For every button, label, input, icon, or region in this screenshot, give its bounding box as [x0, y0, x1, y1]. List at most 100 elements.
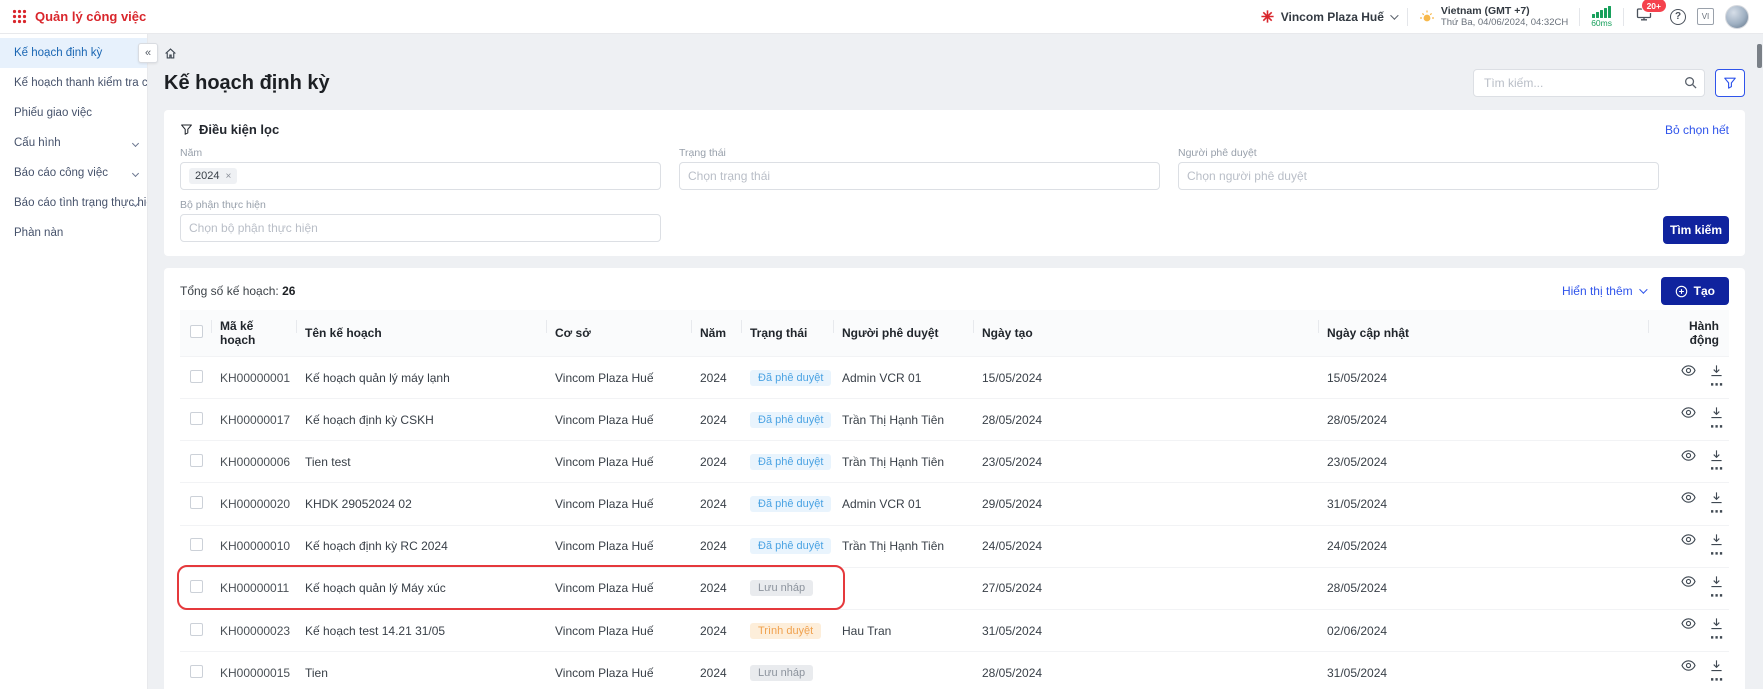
create-button[interactable]: Tạo [1661, 277, 1729, 305]
column-header-updated: Ngày cập nhật [1319, 310, 1649, 357]
department-select[interactable]: Chọn bộ phận thực hiện [180, 214, 661, 242]
select-all-checkbox[interactable] [190, 325, 203, 338]
more-actions-icon[interactable] [1710, 378, 1723, 392]
more-actions-icon[interactable] [1710, 462, 1723, 476]
sidebar-item-cau-hinh[interactable]: Cấu hình [0, 128, 147, 158]
plan-site: Vincom Plaza Huế [547, 441, 692, 483]
plan-year: 2024 [692, 525, 742, 567]
row-checkbox[interactable] [190, 454, 203, 467]
table-row[interactable]: KH00000010 Kế hoạch định kỳ RC 2024 Vinc… [180, 525, 1729, 567]
row-checkbox[interactable] [190, 665, 203, 678]
year-select[interactable]: 2024 [180, 162, 661, 190]
column-header-name: Tên kế hoạch [297, 310, 547, 357]
column-header-code: Mã kế hoạch [212, 310, 297, 357]
filter-panel: Điều kiện lọc Bỏ chọn hết Năm 2024 Trạng… [164, 110, 1745, 256]
view-icon[interactable] [1681, 575, 1696, 588]
table-row[interactable]: KH00000023 Kế hoạch test 14.21 31/05 Vin… [180, 609, 1729, 651]
plan-approver: Trần Thị Hạnh Tiên [834, 525, 974, 567]
plan-name: Tien test [297, 441, 547, 483]
view-icon[interactable] [1681, 659, 1696, 672]
view-icon[interactable] [1681, 491, 1696, 504]
view-icon[interactable] [1681, 364, 1696, 377]
download-icon[interactable] [1710, 364, 1723, 377]
download-icon[interactable] [1710, 533, 1723, 546]
page-title: Kế hoạch định kỳ [164, 72, 330, 95]
approver-select[interactable]: Chọn người phê duyệt [1178, 162, 1659, 190]
notifications-button[interactable]: 20+ [1635, 6, 1653, 27]
search-input[interactable] [1473, 69, 1705, 97]
sidebar-collapse-button[interactable] [138, 43, 158, 63]
table-row[interactable]: KH00000015 Tien Vincom Plaza Huế 2024 Lư… [180, 652, 1729, 689]
row-checkbox[interactable] [190, 623, 203, 636]
more-actions-icon[interactable] [1710, 420, 1723, 434]
site-name: Vincom Plaza Huế [1281, 10, 1384, 24]
sun-icon [1419, 9, 1435, 25]
more-actions-icon[interactable] [1710, 589, 1723, 603]
table-row[interactable]: KH00000020 KHDK 29052024 02 Vincom Plaza… [180, 483, 1729, 525]
remove-tag-icon[interactable] [225, 171, 231, 182]
view-icon[interactable] [1681, 617, 1696, 630]
table-row[interactable]: KH00000011 Kế hoạch quản lý Máy xúc Vinc… [180, 567, 1729, 609]
status-select[interactable]: Chọn trạng thái [679, 162, 1160, 190]
download-icon[interactable] [1710, 449, 1723, 462]
table-row[interactable]: KH00000017 Kế hoạch định kỳ CSKH Vincom … [180, 399, 1729, 441]
help-icon[interactable] [1670, 9, 1686, 25]
view-icon[interactable] [1681, 406, 1696, 419]
plan-site: Vincom Plaza Huế [547, 525, 692, 567]
app-launcher-icon[interactable] [12, 9, 27, 24]
view-icon[interactable] [1681, 533, 1696, 546]
plan-approver: Hau Tran [834, 609, 974, 651]
row-checkbox[interactable] [190, 580, 203, 593]
plan-approver: Trần Thị Hạnh Tiên [834, 399, 974, 441]
row-checkbox[interactable] [190, 538, 203, 551]
download-icon[interactable] [1710, 491, 1723, 504]
funnel-icon [180, 123, 193, 136]
plans-table: Mã kế hoạch Tên kế hoạch Cơ sở Năm Trạng… [180, 310, 1729, 689]
search-box [1473, 69, 1705, 97]
more-actions-icon[interactable] [1710, 631, 1723, 645]
sidebar-item-ke-hoach-dinh-ky[interactable]: Kế hoạch định kỳ [0, 38, 147, 68]
status-badge: Đã phê duyệt [750, 496, 831, 512]
filter-search-button[interactable]: Tìm kiếm [1663, 216, 1729, 244]
home-icon[interactable] [164, 47, 177, 60]
sidebar-item-bao-cao-cong-viec[interactable]: Báo cáo công việc [0, 158, 147, 188]
more-actions-icon[interactable] [1710, 505, 1723, 519]
download-icon[interactable] [1710, 575, 1723, 588]
plan-updated-date: 28/05/2024 [1319, 399, 1649, 441]
timezone-widget: Vietnam (GMT +7) Thứ Ba, 04/06/2024, 04:… [1419, 5, 1568, 28]
top-header: Quản lý công việc Vincom Plaza Huế Vietn… [0, 0, 1763, 34]
download-icon[interactable] [1710, 617, 1723, 630]
language-switcher[interactable]: VI [1697, 8, 1714, 25]
table-row[interactable]: KH00000001 Kế hoạch quản lý máy lạnh Vin… [180, 357, 1729, 399]
plan-year: 2024 [692, 609, 742, 651]
plan-approver: Admin VCR 01 [834, 483, 974, 525]
column-header-year: Năm [692, 310, 742, 357]
download-icon[interactable] [1710, 659, 1723, 672]
column-header-actions: Hành động [1649, 310, 1729, 357]
user-avatar[interactable] [1725, 5, 1749, 29]
filter-button[interactable] [1715, 69, 1745, 97]
plans-table-card: Tổng số kế hoạch: 26 Hiển thị thêm Tạo [164, 268, 1745, 689]
sidebar-item-ke-hoach-thanh-kiem-tra[interactable]: Kế hoạch thanh kiểm tra chất... [0, 68, 147, 98]
more-actions-icon[interactable] [1710, 547, 1723, 561]
sidebar-item-bao-cao-tinh-trang[interactable]: Báo cáo tình trạng thực hiện [0, 188, 147, 218]
more-actions-icon[interactable] [1710, 673, 1723, 687]
site-selector[interactable]: Vincom Plaza Huế [1260, 9, 1396, 24]
row-checkbox[interactable] [190, 496, 203, 509]
chevron-down-icon [1390, 11, 1398, 19]
sidebar-item-phieu-giao-viec[interactable]: Phiếu giao việc [0, 98, 147, 128]
plan-code: KH00000017 [212, 399, 297, 441]
show-more-link[interactable]: Hiển thị thêm [1562, 284, 1645, 298]
view-icon[interactable] [1681, 449, 1696, 462]
row-checkbox[interactable] [190, 412, 203, 425]
sidebar-item-phan-nan[interactable]: Phàn nàn [0, 218, 147, 248]
search-icon[interactable] [1684, 76, 1697, 94]
row-checkbox[interactable] [190, 370, 203, 383]
download-icon[interactable] [1710, 406, 1723, 419]
clear-all-link[interactable]: Bỏ chọn hết [1665, 123, 1729, 137]
table-row[interactable]: KH00000006 Tien test Vincom Plaza Huế 20… [180, 441, 1729, 483]
scrollbar-thumb[interactable] [1757, 44, 1762, 68]
main-content: Kế hoạch định kỳ [148, 34, 1763, 689]
plan-name: Kế hoạch định kỳ RC 2024 [297, 525, 547, 567]
plan-approver [834, 567, 974, 609]
